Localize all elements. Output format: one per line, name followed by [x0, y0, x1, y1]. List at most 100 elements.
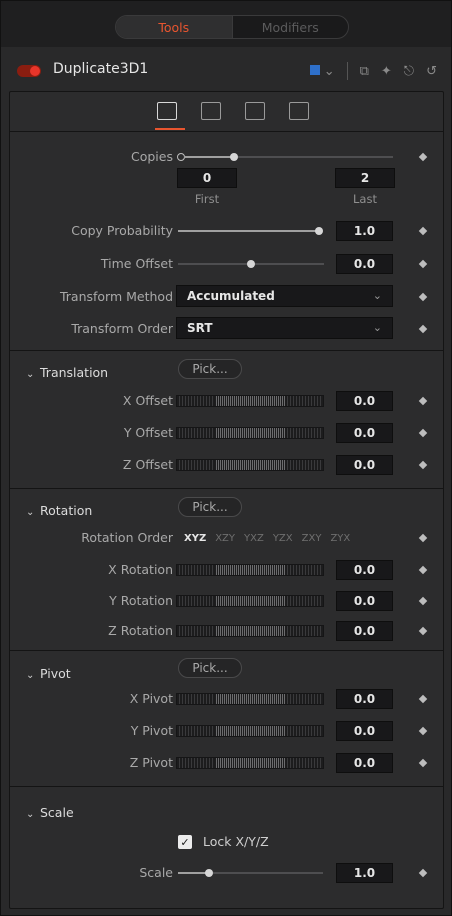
z-offset-keyframe-icon[interactable] — [418, 460, 428, 470]
x-offset-keyframe-icon[interactable] — [418, 396, 428, 406]
controls-tab-icon[interactable] — [157, 102, 177, 120]
y-pivot-field[interactable]: 0.0 — [336, 721, 393, 741]
scale-track-fill — [178, 872, 206, 874]
scale-field[interactable]: 1.0 — [336, 863, 393, 883]
copies-label: Copies — [131, 149, 173, 164]
translation-header[interactable]: ⌄ Translation — [26, 365, 108, 380]
x-pivot-thumbwheel[interactable] — [176, 693, 324, 705]
tool-title: Duplicate3D1 — [53, 61, 149, 77]
translation-pick-button[interactable]: Pick... — [178, 359, 242, 379]
y-offset-keyframe-icon[interactable] — [418, 428, 428, 438]
copies-last-handle[interactable] — [230, 153, 238, 161]
active-tab-underline — [155, 128, 185, 130]
thumbwheel-center — [214, 596, 286, 606]
reset-icon[interactable]: ↺ — [426, 64, 437, 79]
rotation-order-yzx[interactable]: YZX — [273, 533, 293, 544]
translation-title: Translation — [40, 365, 109, 380]
chevron-down-icon: ⌄ — [26, 809, 35, 820]
copies-keyframe-icon[interactable] — [418, 152, 428, 162]
tool-enable-toggle[interactable] — [17, 65, 41, 77]
pivot-header[interactable]: ⌄ Pivot — [26, 666, 71, 681]
thumbwheel-center — [214, 694, 286, 704]
rotation-order-xzy[interactable]: XZY — [215, 533, 235, 544]
transform-method-dropdown[interactable]: Accumulated ⌄ — [176, 285, 393, 307]
rotation-header[interactable]: ⌄ Rotation — [26, 503, 92, 518]
transform-method-keyframe-icon[interactable] — [418, 292, 428, 302]
chevron-down-icon: ⌄ — [26, 369, 35, 380]
y-rotation-thumbwheel[interactable] — [176, 595, 324, 607]
rotation-order-yxz[interactable]: YXZ — [244, 533, 264, 544]
copies-last-field[interactable]: 2 — [335, 168, 395, 188]
x-rotation-keyframe-icon[interactable] — [418, 565, 428, 575]
x-offset-field[interactable]: 0.0 — [336, 391, 393, 411]
copies-first-field[interactable]: 0 — [177, 168, 237, 188]
chevron-down-icon: ⌄ — [372, 321, 382, 334]
x-pivot-keyframe-icon[interactable] — [418, 694, 428, 704]
lock-xyz-checkbox[interactable]: ✓ — [178, 835, 192, 849]
rotation-order-zyx[interactable]: ZYX — [330, 533, 350, 544]
z-pivot-thumbwheel[interactable] — [176, 757, 324, 769]
rotation-order-keyframe-icon[interactable] — [418, 533, 428, 543]
y-pivot-thumbwheel[interactable] — [176, 725, 324, 737]
y-offset-thumbwheel[interactable] — [176, 427, 324, 439]
y-offset-field[interactable]: 0.0 — [336, 423, 393, 443]
transform-method-value: Accumulated — [187, 289, 275, 303]
x-rotation-thumbwheel[interactable] — [176, 564, 324, 576]
thumbwheel-center — [214, 626, 286, 636]
toggle-knob — [30, 66, 40, 76]
z-offset-field[interactable]: 0.0 — [336, 455, 393, 475]
copy-probability-field[interactable]: 1.0 — [336, 221, 393, 241]
lock-icon[interactable]: ⎋ — [404, 64, 414, 79]
pin-icon[interactable]: ✦ — [381, 64, 392, 79]
inspector-window: Tools Modifiers Duplicate3D1 ⌄ ⧉ ✦ ⎋ ↺ C… — [0, 0, 452, 916]
materials-tab-icon[interactable] — [201, 102, 221, 120]
x-rotation-field[interactable]: 0.0 — [336, 560, 393, 580]
thumbwheel-center — [214, 396, 286, 406]
copies-last-caption: Last — [353, 192, 377, 206]
z-rotation-field[interactable]: 0.0 — [336, 621, 393, 641]
copy-probability-handle[interactable] — [315, 227, 323, 235]
y-pivot-keyframe-icon[interactable] — [418, 726, 428, 736]
scale-handle[interactable] — [205, 869, 213, 877]
tab-modifiers[interactable]: Modifiers — [233, 16, 349, 38]
chevron-down-icon: ⌄ — [323, 63, 335, 79]
rotation-pick-button[interactable]: Pick... — [178, 497, 242, 517]
rotation-order-xyz[interactable]: XYZ — [184, 533, 206, 544]
pivot-section: ⌄ Pivot Pick... X Pivot 0.0 Y Pivot 0.0 Z… — [10, 650, 443, 786]
x-pivot-field[interactable]: 0.0 — [336, 689, 393, 709]
time-offset-keyframe-icon[interactable] — [418, 259, 428, 269]
z-pivot-label: Z Pivot — [129, 755, 173, 770]
transform-tab-icon[interactable] — [245, 102, 265, 120]
pivot-pick-button[interactable]: Pick... — [178, 658, 242, 678]
z-pivot-keyframe-icon[interactable] — [418, 758, 428, 768]
version-icon[interactable]: ⧉ — [360, 64, 369, 79]
settings-tab-icon[interactable] — [289, 102, 309, 120]
color-swatch — [309, 64, 320, 75]
tab-tools[interactable]: Tools — [116, 16, 233, 38]
z-rotation-thumbwheel[interactable] — [176, 625, 324, 637]
z-pivot-field[interactable]: 0.0 — [336, 753, 393, 773]
scale-keyframe-icon[interactable] — [418, 868, 428, 878]
z-rotation-keyframe-icon[interactable] — [418, 626, 428, 636]
color-picker[interactable]: ⌄ — [309, 63, 335, 79]
chevron-down-icon: ⌄ — [26, 670, 35, 681]
copies-track — [238, 156, 393, 158]
x-offset-thumbwheel[interactable] — [176, 395, 324, 407]
y-rotation-keyframe-icon[interactable] — [418, 596, 428, 606]
rotation-order-zxy[interactable]: ZXY — [302, 533, 322, 544]
transform-order-dropdown[interactable]: SRT ⌄ — [176, 317, 393, 339]
y-offset-label: Y Offset — [123, 425, 173, 440]
scale-header[interactable]: ⌄ Scale — [26, 805, 74, 820]
y-rotation-field[interactable]: 0.0 — [336, 591, 393, 611]
z-offset-thumbwheel[interactable] — [176, 459, 324, 471]
rotation-order-label: Rotation Order — [81, 530, 173, 545]
time-offset-label: Time Offset — [100, 256, 173, 271]
time-offset-handle[interactable] — [247, 260, 255, 268]
transform-order-keyframe-icon[interactable] — [418, 324, 428, 334]
chevron-down-icon: ⌄ — [372, 289, 382, 302]
divider — [346, 62, 348, 80]
time-offset-field[interactable]: 0.0 — [336, 254, 393, 274]
thumbwheel-center — [214, 565, 286, 575]
copy-probability-keyframe-icon[interactable] — [418, 226, 428, 236]
scale-section: ⌄ Scale ✓ Lock X/Y/Z Scale 1.0 — [10, 786, 443, 896]
